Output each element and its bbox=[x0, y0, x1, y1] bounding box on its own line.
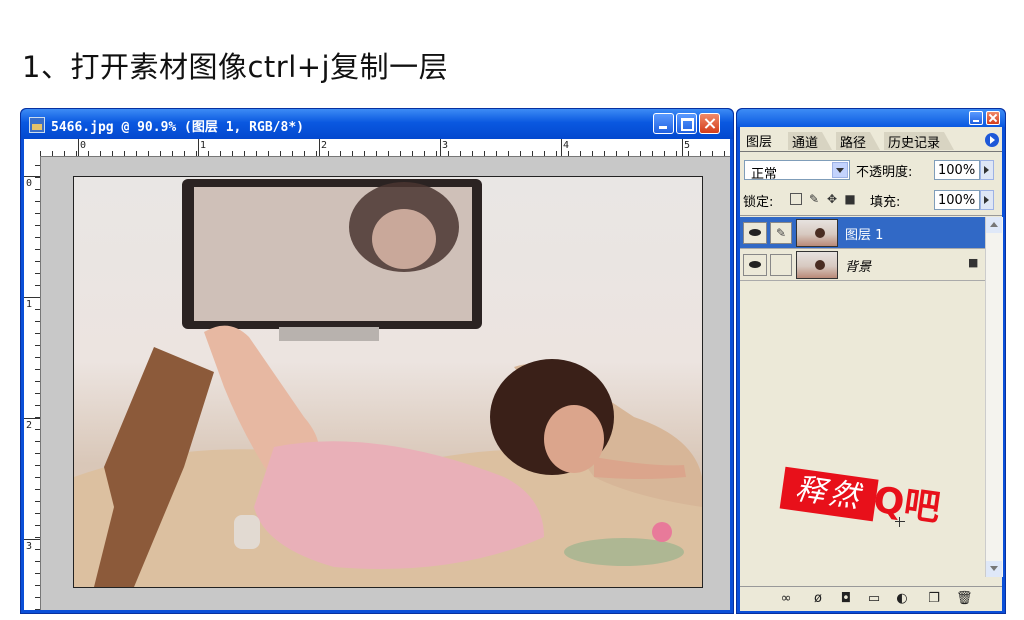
panel-close-button[interactable] bbox=[986, 111, 1000, 125]
watermark-boxed-text: 释然 bbox=[779, 466, 879, 522]
ruler-number: 4 bbox=[563, 140, 570, 151]
watermark-logo: 释然 Q吧 bbox=[778, 463, 965, 547]
new-layer-icon[interactable]: ❐ bbox=[926, 592, 942, 606]
panel-menu-arrow-icon[interactable] bbox=[985, 133, 999, 147]
document-window: 5466.jpg @ 90.9% (图层 1, RGB/8*) 0 1 2 3 … bbox=[20, 108, 734, 614]
blend-mode-select[interactable]: 正常 bbox=[744, 160, 850, 182]
panel-titlebar[interactable] bbox=[737, 109, 1005, 127]
layers-panel: 图层 通道 路径 历史记录 正常 不透明度: 100% 锁定: ✎ ✥ ■ 填充… bbox=[736, 108, 1006, 614]
fill-slider-arrow[interactable] bbox=[980, 190, 994, 210]
ruler-corner[interactable] bbox=[24, 139, 41, 157]
layer-thumbnail bbox=[796, 219, 838, 247]
tab-paths[interactable]: 路径 bbox=[836, 132, 880, 150]
close-button[interactable] bbox=[699, 113, 720, 134]
minimize-button[interactable] bbox=[653, 113, 674, 134]
photoshop-file-icon bbox=[29, 117, 45, 133]
eye-icon[interactable] bbox=[743, 254, 767, 276]
vertical-ruler[interactable]: 0 1 2 3 bbox=[24, 156, 41, 610]
lock-icon: ■ bbox=[968, 256, 979, 269]
ruler-number: 1 bbox=[26, 299, 33, 310]
blend-opacity-row: 正常 不透明度: 100% bbox=[740, 155, 1002, 183]
ruler-number: 2 bbox=[26, 420, 33, 431]
panel-body: 图层 通道 路径 历史记录 正常 不透明度: 100% 锁定: ✎ ✥ ■ 填充… bbox=[740, 127, 1003, 611]
layers-scrollbar[interactable] bbox=[985, 217, 1003, 577]
layer-thumbnail bbox=[796, 251, 838, 279]
page-heading: 1、打开素材图像ctrl+j复制一层 bbox=[22, 50, 449, 84]
opacity-slider-arrow[interactable] bbox=[980, 160, 994, 180]
layer-row[interactable]: 背景 ■ bbox=[740, 249, 985, 281]
lock-all-icon[interactable]: ■ bbox=[844, 193, 856, 205]
tab-history[interactable]: 历史记录 bbox=[884, 132, 954, 150]
fill-input[interactable]: 100% bbox=[934, 190, 980, 210]
scroll-up-icon[interactable] bbox=[986, 217, 1002, 233]
layer-style-icon[interactable]: ø bbox=[810, 592, 826, 606]
opacity-input[interactable]: 100% bbox=[934, 160, 980, 180]
maximize-button[interactable] bbox=[676, 113, 697, 134]
mask-icon[interactable]: ◘ bbox=[838, 592, 854, 606]
panel-minimize-button[interactable] bbox=[969, 111, 983, 125]
layer-name: 背景 bbox=[845, 260, 872, 275]
document-titlebar[interactable]: 5466.jpg @ 90.9% (图层 1, RGB/8*) bbox=[21, 109, 733, 139]
brush-icon[interactable]: ✎ bbox=[770, 222, 792, 244]
photo-canvas[interactable] bbox=[73, 176, 703, 588]
document-title: 5466.jpg @ 90.9% (图层 1, RGB/8*) bbox=[51, 120, 304, 135]
crosshair-cursor-icon bbox=[895, 517, 905, 527]
layer-name: 图层 1 bbox=[845, 228, 884, 243]
scroll-down-icon[interactable] bbox=[986, 561, 1002, 577]
watermark-tail-text: Q吧 bbox=[870, 479, 943, 530]
ruler-number: 2 bbox=[321, 140, 328, 151]
trash-icon[interactable]: 🗑 bbox=[956, 592, 973, 606]
photo-image bbox=[74, 179, 702, 587]
ruler-number: 0 bbox=[80, 140, 87, 151]
ruler-number: 0 bbox=[26, 178, 33, 189]
lock-move-icon[interactable]: ✥ bbox=[826, 193, 838, 205]
lock-transparency-icon[interactable] bbox=[790, 193, 802, 205]
lock-brush-icon[interactable]: ✎ bbox=[808, 193, 820, 205]
layer-row[interactable]: ✎ 图层 1 bbox=[740, 217, 985, 249]
horizontal-ruler[interactable]: 0 1 2 3 4 5 bbox=[40, 139, 730, 157]
panel-bottom-toolbar: ∞ ø ◘ ▭ ◐ ❐ 🗑 bbox=[740, 586, 1002, 611]
layers-list: ✎ 图层 1 背景 ■ 释然 Q吧 bbox=[740, 217, 985, 577]
eye-icon[interactable] bbox=[743, 222, 767, 244]
fill-label: 填充: bbox=[870, 195, 901, 210]
panel-tabs: 图层 通道 路径 历史记录 bbox=[740, 127, 1002, 152]
link-icon[interactable]: ∞ bbox=[778, 592, 794, 606]
blend-mode-value: 正常 bbox=[751, 167, 778, 182]
ruler-number: 5 bbox=[684, 140, 691, 151]
ruler-number: 3 bbox=[26, 541, 33, 552]
lock-fill-row: 锁定: ✎ ✥ ■ 填充: 100% bbox=[740, 185, 1002, 216]
tab-layers[interactable]: 图层 bbox=[742, 131, 786, 150]
opacity-value: 100% bbox=[938, 163, 976, 178]
ruler-number: 3 bbox=[442, 140, 449, 151]
opacity-label: 不透明度: bbox=[856, 165, 913, 180]
new-set-icon[interactable]: ▭ bbox=[866, 592, 882, 606]
lock-label: 锁定: bbox=[743, 195, 774, 210]
adjustment-icon[interactable]: ◐ bbox=[894, 592, 910, 606]
fill-value: 100% bbox=[938, 193, 976, 208]
document-canvas-area: 0 1 2 3 4 5 0 1 2 3 bbox=[24, 139, 730, 610]
ruler-number: 1 bbox=[200, 140, 207, 151]
chevron-down-icon[interactable] bbox=[832, 162, 848, 178]
link-slot[interactable] bbox=[770, 254, 792, 276]
tab-channels[interactable]: 通道 bbox=[788, 132, 832, 150]
